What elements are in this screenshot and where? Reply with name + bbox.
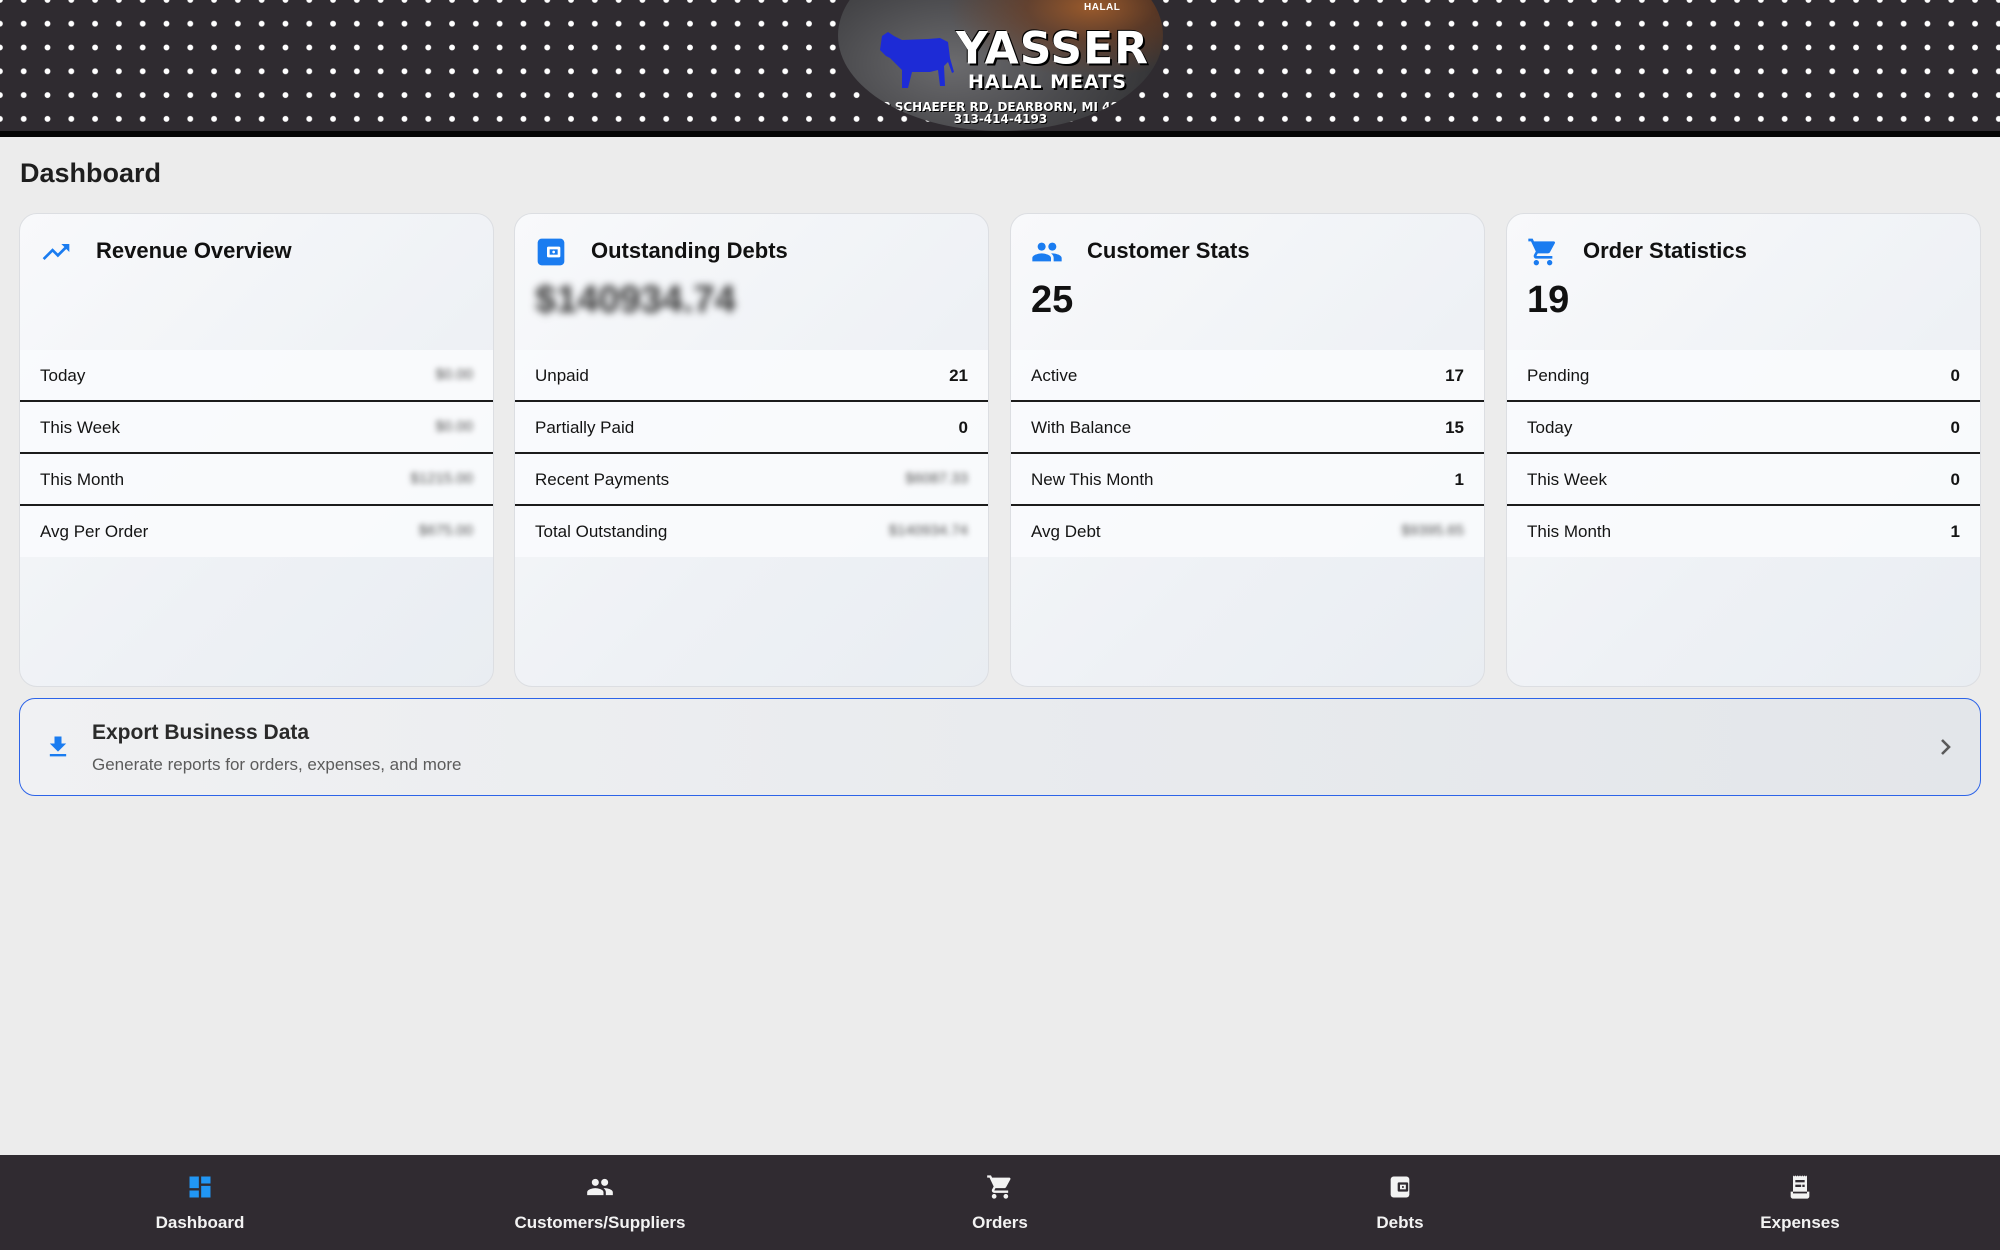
trending-up-icon — [42, 244, 70, 260]
header-divider — [0, 131, 2000, 137]
stat-row-unpaid: Unpaid 21 — [515, 350, 988, 402]
download-icon — [49, 736, 67, 757]
stat-value: 0 — [1950, 470, 1960, 489]
stat-label: New This Month — [1031, 470, 1154, 489]
total-customers-value: 25 — [1031, 279, 1074, 321]
stat-value: 0 — [1950, 418, 1960, 437]
export-subtitle: Generate reports for orders, expenses, a… — [92, 755, 462, 774]
logo-subtitle: HALAL MEATS — [968, 71, 1127, 93]
stat-label: This Week — [1527, 470, 1607, 489]
people-icon — [587, 1178, 613, 1196]
nav-label: Orders — [972, 1213, 1028, 1232]
stat-row-this-week: This Week 0 — [1507, 454, 1980, 506]
app-header: HALAL YASSER HALAL MEATS 7868 SCHAEFER R… — [0, 0, 2000, 131]
stat-row-this-month: This Month $1215.00 — [20, 454, 493, 506]
stat-value: $9395.65 — [1401, 522, 1464, 539]
stat-label: Unpaid — [535, 366, 589, 385]
stat-value: $0.00 — [435, 366, 473, 383]
page-title: Dashboard — [20, 158, 162, 188]
stat-value: 15 — [1445, 418, 1464, 437]
export-business-data-button[interactable]: Export Business Data Generate reports fo… — [19, 698, 1981, 796]
customer-stats-card: Customer Stats 25 Active 17 With Balance… — [1010, 213, 1485, 687]
stat-row-today: Today $0.00 — [20, 350, 493, 402]
stat-label: Partially Paid — [535, 418, 635, 437]
people-icon — [1032, 242, 1062, 262]
export-title: Export Business Data — [92, 721, 310, 744]
nav-label: Debts — [1376, 1213, 1424, 1232]
receipt-icon — [1790, 1175, 1810, 1199]
stat-label: Total Outstanding — [535, 522, 668, 541]
stat-label: Pending — [1527, 366, 1590, 385]
stat-value: 0 — [1950, 366, 1960, 385]
nav-item-orders[interactable]: Orders — [800, 1155, 1200, 1250]
cart-icon — [1528, 238, 1556, 266]
logo-halal-label: HALAL — [1084, 2, 1121, 13]
dashboard-icon — [189, 1176, 211, 1198]
stat-value: $1215.00 — [410, 470, 473, 487]
nav-label: Dashboard — [155, 1213, 245, 1232]
stat-row-recent-payments: Recent Payments $6087.33 — [515, 454, 988, 506]
stat-value: $6087.33 — [905, 470, 968, 487]
total-orders-value: 19 — [1527, 279, 1570, 321]
cart-icon — [987, 1175, 1011, 1199]
card-title: Revenue Overview — [96, 238, 292, 263]
cow-icon — [880, 32, 954, 88]
stat-value: $675.00 — [418, 522, 473, 539]
stat-label: Today — [1527, 418, 1573, 437]
stat-value: 1 — [1454, 470, 1464, 489]
stat-label: Recent Payments — [535, 470, 670, 489]
stat-value: 21 — [949, 366, 968, 385]
stat-row-this-month: This Month 1 — [1507, 506, 1980, 557]
stat-value: 17 — [1445, 366, 1464, 385]
stat-label: Avg Debt — [1031, 522, 1101, 541]
nav-item-customers-suppliers[interactable]: Customers/Suppliers — [400, 1155, 800, 1250]
stat-value: 1 — [1950, 522, 1960, 541]
store-logo: HALAL YASSER HALAL MEATS 7868 SCHAEFER R… — [838, 0, 1163, 131]
nav-item-debts[interactable]: Debts — [1200, 1155, 1600, 1250]
stat-row-with-balance: With Balance 15 — [1011, 402, 1484, 454]
card-title: Outstanding Debts — [591, 238, 788, 263]
stat-row-avg-per-order: Avg Per Order $675.00 — [20, 506, 493, 557]
stat-row-today: Today 0 — [1507, 402, 1980, 454]
wallet-icon — [1390, 1176, 1410, 1198]
nav-label: Expenses — [1760, 1213, 1840, 1232]
stat-label: Avg Per Order — [40, 522, 149, 541]
stat-value: $140934.74 — [888, 522, 968, 539]
logo-phone: 313-414-4193 — [953, 112, 1048, 126]
stat-row-active: Active 17 — [1011, 350, 1484, 402]
stat-row-this-week: This Week $0.00 — [20, 402, 493, 454]
logo-address-block: 7868 SCHAEFER RD, DEARBORN, MI 48126 313… — [838, 101, 1163, 125]
stat-value: $0.00 — [435, 418, 473, 435]
outstanding-debts-card: Outstanding Debts $140934.74 Unpaid 21 P… — [514, 213, 989, 687]
nav-label: Customers/Suppliers — [514, 1213, 686, 1232]
bottom-navigation: Dashboard Customers/Suppliers Orders Deb… — [0, 1155, 2000, 1250]
order-statistics-card: Order Statistics 19 Pending 0 Today 0 Th… — [1506, 213, 1981, 687]
stat-label: Today — [40, 366, 86, 385]
card-title: Order Statistics — [1583, 238, 1747, 263]
stat-row-total-outstanding: Total Outstanding $140934.74 — [515, 506, 988, 557]
stat-label: This Month — [1527, 522, 1612, 541]
stat-row-avg-debt: Avg Debt $9395.65 — [1011, 506, 1484, 557]
stat-row-partially-paid: Partially Paid 0 — [515, 402, 988, 454]
stat-label: This Week — [40, 418, 120, 437]
nav-item-dashboard[interactable]: Dashboard — [0, 1155, 400, 1250]
stat-value: 0 — [958, 418, 968, 437]
card-title: Customer Stats — [1087, 238, 1250, 263]
nav-item-expenses[interactable]: Expenses — [1600, 1155, 2000, 1250]
stat-row-pending: Pending 0 — [1507, 350, 1980, 402]
total-debt-value: $140934.74 — [535, 279, 736, 321]
stat-label: Active — [1031, 366, 1078, 385]
wallet-icon — [537, 238, 565, 266]
stat-label: This Month — [40, 470, 125, 489]
logo-name: YASSER — [956, 22, 1150, 75]
stat-label: With Balance — [1031, 418, 1132, 437]
stat-row-new-this-month: New This Month 1 — [1011, 454, 1484, 506]
chevron-right-icon — [1941, 739, 1951, 755]
revenue-overview-card: Revenue Overview Today $0.00 This Week $… — [19, 213, 494, 687]
